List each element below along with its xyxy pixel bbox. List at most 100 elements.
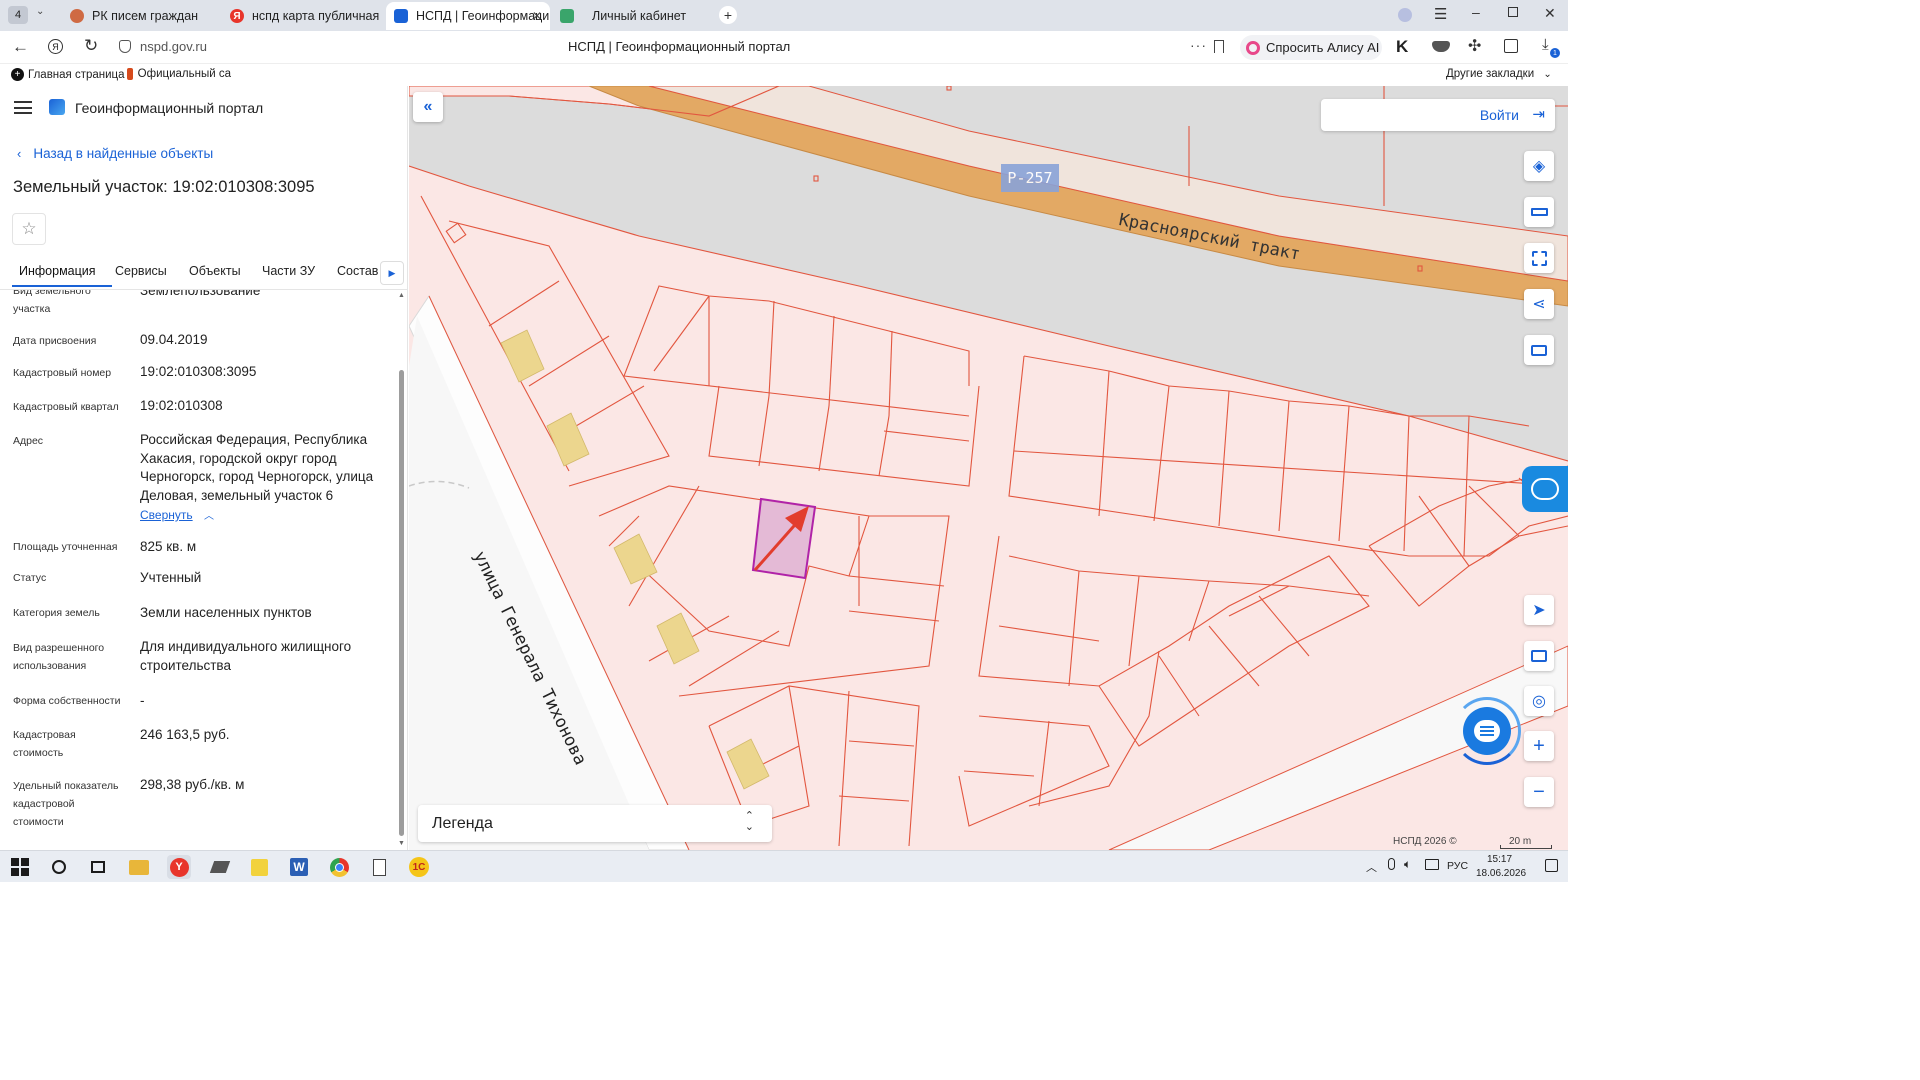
more-icon[interactable]: ··· — [1190, 37, 1207, 53]
extensions-puzzle-icon[interactable]: ✣ — [1468, 36, 1481, 56]
alice-icon — [1246, 40, 1260, 55]
alice-label: Спросить Алису AI — [1266, 40, 1380, 55]
minimize-icon[interactable]: – — [1472, 4, 1480, 20]
back-icon[interactable]: ← — [12, 37, 29, 57]
clock-date[interactable]: 18.06.2026 — [1476, 868, 1526, 879]
area-select-button[interactable] — [1524, 243, 1554, 273]
chat-bubble-button[interactable] — [1453, 697, 1521, 765]
bookmark-icon[interactable] — [1214, 40, 1224, 53]
menu-icon[interactable]: ☰ — [1434, 5, 1447, 23]
bookmark-home[interactable]: + Главная страница — [11, 68, 125, 81]
info-list: Вид земельного участка Землепользование … — [0, 290, 396, 850]
clock-time[interactable]: 15:17 — [1487, 854, 1512, 865]
print-button[interactable] — [1524, 335, 1554, 365]
reload-icon[interactable]: ↻ — [84, 36, 98, 56]
cadastral-map[interactable]: Р-257 Красноярский тракт улица Генерала … — [409, 86, 1568, 850]
restore-icon[interactable] — [1508, 7, 1518, 17]
tab-personal-cabinet[interactable]: Личный кабинет — [552, 2, 710, 30]
yandex-browser-icon[interactable]: Y — [167, 855, 191, 879]
notifications-icon[interactable] — [1545, 859, 1558, 872]
back-to-results-link[interactable]: ‹ Назад в найденные объекты — [17, 146, 213, 161]
tab-composition[interactable]: Состав — [337, 264, 378, 278]
locate-button[interactable]: ➤ — [1524, 595, 1554, 625]
word-icon[interactable]: W — [287, 855, 311, 879]
layers-icon: ◈ — [1532, 158, 1546, 175]
tabs-dropdown-icon[interactable]: ⌄ — [36, 6, 44, 17]
new-tab-button[interactable]: + — [719, 6, 737, 24]
support-widget-button[interactable] — [1522, 466, 1568, 512]
tabs-scroll-right-button[interactable]: ▶ — [380, 261, 404, 285]
share-button[interactable]: ⋖ — [1524, 289, 1554, 319]
kaspersky-icon[interactable]: K — [1396, 37, 1408, 57]
map-canvas[interactable] — [409, 86, 1568, 850]
url-text[interactable]: nspd.gov.ru — [140, 39, 207, 54]
microphone-icon[interactable] — [1388, 858, 1395, 870]
windows-taskbar: Y W 1С ︿ 🔈︎ РУС 15:17 18.06.2026 — [0, 850, 1568, 882]
other-bookmarks[interactable]: Другие закладки ⌄ — [1446, 68, 1552, 80]
zoom-in-button[interactable]: + — [1524, 731, 1554, 761]
hamburger-menu-icon[interactable] — [14, 101, 32, 114]
login-label: Войти — [1479, 107, 1519, 123]
row-value: Российская Федерация, Республика Хакасия… — [140, 432, 374, 503]
tab-rk-letters[interactable]: РК писем граждан — [62, 2, 220, 30]
1c-icon[interactable]: 1С — [407, 855, 431, 879]
close-window-icon[interactable]: ✕ — [1544, 5, 1556, 22]
scroll-down-icon[interactable]: ▼ — [398, 840, 405, 847]
scrollbar-thumb[interactable] — [399, 370, 404, 836]
file-explorer-icon[interactable] — [127, 855, 151, 879]
layers-button[interactable]: ◈ — [1524, 151, 1554, 181]
collapse-panel-button[interactable]: « — [413, 92, 443, 122]
tab-counter[interactable]: 4 — [8, 6, 28, 24]
bookmark-official[interactable]: Официальный са — [127, 68, 231, 80]
panel-scrollbar[interactable]: ▲ ▼ — [397, 290, 406, 850]
geolocation-icon: ◎ — [1532, 693, 1546, 710]
tab-nspd-search[interactable]: Я нспд карта публичная кад — [222, 2, 382, 30]
row-label: Кадастровый квартал — [13, 401, 119, 413]
minus-icon: − — [1533, 780, 1545, 803]
ruler-button[interactable] — [1524, 197, 1554, 227]
collapse-label: Свернуть — [140, 508, 193, 522]
profile-icon[interactable] — [1398, 8, 1412, 22]
task-view-icon[interactable] — [86, 855, 110, 879]
volume-icon[interactable]: 🔈︎ — [1404, 857, 1411, 872]
tab-info[interactable]: Информация — [19, 264, 96, 278]
geolocation-button[interactable]: ◎ — [1524, 686, 1554, 716]
chat-button-inner[interactable] — [1463, 707, 1511, 755]
favorite-button[interactable]: ☆ — [12, 213, 46, 245]
zoom-out-button[interactable]: − — [1524, 777, 1554, 807]
tab-services[interactable]: Сервисы — [115, 264, 167, 278]
sticky-notes-icon[interactable] — [247, 855, 271, 879]
row-label: Дата присвоения — [13, 335, 97, 347]
legend-label: Легенда — [432, 815, 493, 832]
minimap-button[interactable] — [1524, 641, 1554, 671]
scroll-up-icon[interactable]: ▲ — [398, 292, 405, 299]
tab-nspd-portal[interactable]: НСПД | Геоинформаци ✕ — [386, 2, 550, 30]
chevron-up-icon: ︿ — [203, 511, 214, 522]
login-bar[interactable]: Войти ⇥ — [1321, 99, 1555, 131]
language-indicator[interactable]: РУС — [1447, 860, 1468, 872]
windows-start-icon[interactable] — [8, 855, 32, 879]
chrome-icon[interactable] — [327, 855, 351, 879]
collections-icon[interactable] — [1504, 39, 1518, 53]
portal-title: Геоинформационный портал — [75, 100, 264, 116]
site-security-icon[interactable] — [119, 40, 131, 53]
extension-shield-icon[interactable] — [1432, 41, 1450, 52]
area-select-icon — [1531, 250, 1547, 266]
expand-icon: ⌃ ⌄ — [744, 810, 754, 833]
ask-alice-button[interactable]: Спросить Алису AI — [1240, 35, 1382, 60]
document-icon[interactable] — [367, 855, 391, 879]
legend-dropdown[interactable]: Легенда ⌃ ⌄ — [418, 805, 772, 842]
app-pen-icon[interactable] — [208, 855, 232, 879]
tab-parts[interactable]: Части ЗУ — [262, 264, 315, 278]
tray-chevron-up-icon[interactable]: ︿ — [1366, 859, 1377, 875]
chevron-left-icon: ‹ — [17, 146, 22, 161]
yandex-home-icon[interactable]: Я — [48, 39, 63, 54]
collapse-link[interactable]: Свернуть ︿ — [140, 507, 214, 522]
close-tab-icon[interactable]: ✕ — [532, 9, 542, 23]
page-title-text: НСПД | Геоинформационный портал — [568, 39, 791, 54]
downloads-icon[interactable]: ⤓ — [1542, 36, 1549, 53]
road-badge: Р-257 — [1001, 164, 1059, 192]
network-icon[interactable] — [1425, 859, 1439, 870]
tab-objects[interactable]: Объекты — [189, 264, 241, 278]
search-icon[interactable] — [47, 855, 71, 879]
